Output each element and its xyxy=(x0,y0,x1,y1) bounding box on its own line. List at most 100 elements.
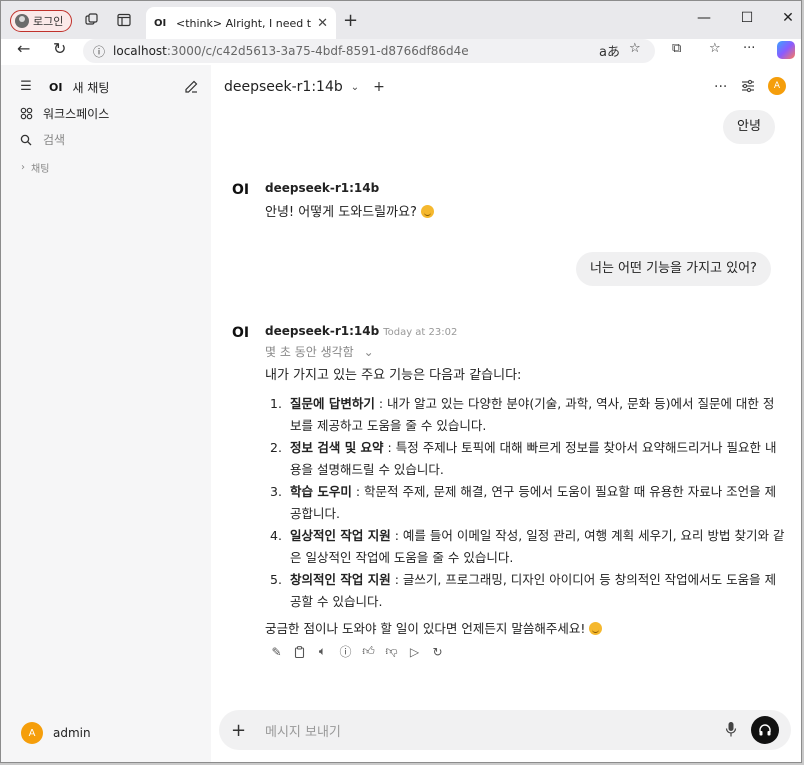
list-item: 1. 질문에 답변하기 : 내가 알고 있는 다양한 분야(기술, 과학, 역사,… xyxy=(265,393,785,437)
feature-list: 1. 질문에 답변하기 : 내가 알고 있는 다양한 분야(기술, 과학, 역사,… xyxy=(265,393,785,613)
list-item: 5. 창의적인 작업 지원 : 글쓰기, 프로그래밍, 디자인 아이디어 등 창의… xyxy=(265,569,785,613)
copilot-icon[interactable] xyxy=(777,41,795,59)
header-avatar[interactable]: A xyxy=(768,77,786,95)
tab-favicon: OI xyxy=(154,17,167,29)
user-menu[interactable]: A admin xyxy=(21,722,91,744)
copy-icon[interactable] xyxy=(292,644,307,659)
list-item-title: 질문에 답변하기 xyxy=(290,396,375,411)
favorites-icon[interactable]: ☆ xyxy=(709,41,721,56)
user-message: 너는 어떤 기능을 가지고 있어? xyxy=(576,252,771,286)
vertical-tabs-icon[interactable] xyxy=(115,11,133,29)
list-item-title: 학습 도우미 xyxy=(290,484,352,499)
message-actions: ✎ 🔈︎ ⓘ 👍︎ 👎︎ ▷ ↻ xyxy=(269,644,445,659)
assistant-message: 안녕! 어떻게 도와드릴까요? xyxy=(265,201,435,220)
controls-sliders-icon[interactable] xyxy=(741,79,755,97)
chats-section-label: 채팅 xyxy=(31,164,50,175)
message-timestamp: Today at 23:02 xyxy=(383,327,458,338)
workspaces-icon[interactable] xyxy=(83,11,101,29)
assistant-outro: 궁금한 점이나 도와야 할 일이 있다면 언제든지 말씀해주세요! xyxy=(265,618,603,637)
info-icon[interactable]: ⓘ xyxy=(338,644,353,659)
list-item: 4. 일상적인 작업 지원 : 예를 들어 이메일 작성, 일정 관리, 여행 계… xyxy=(265,525,785,569)
assistant-header: deepseek-r1:14b Today at 23:02 xyxy=(265,324,457,338)
compose-icon[interactable] xyxy=(184,79,200,95)
sidebar: ☰ OI 새 채팅 워크스페이스 검색 › 채팅 A admin xyxy=(1,65,211,762)
assistant-avatar-icon: OI xyxy=(232,325,250,341)
address-bar-row: ← ↻ ⓘ localhost:3000/c/c42d5613-3a75-4bd… xyxy=(1,39,801,63)
assistant-name: deepseek-r1:14b xyxy=(265,324,380,338)
favorite-star-icon[interactable]: ☆ xyxy=(629,41,641,56)
list-item-title: 정보 검색 및 요약 xyxy=(290,440,384,455)
list-item-title: 창의적인 작업 지원 xyxy=(290,572,391,587)
regenerate-icon[interactable]: ↻ xyxy=(430,644,445,659)
voice-mode-button[interactable] xyxy=(751,716,779,744)
workspace-label: 워크스페이스 xyxy=(43,107,110,121)
attach-plus-icon[interactable]: + xyxy=(231,720,251,741)
url-field[interactable]: ⓘ localhost:3000/c/c42d5613-3a75-4bdf-85… xyxy=(83,39,655,63)
chat-main: deepseek-r1:14b ⌄ + ··· A 안녕 OI deepseek… xyxy=(211,65,801,762)
search-icon xyxy=(19,133,33,147)
thumbs-up-icon[interactable]: 👍︎ xyxy=(361,644,376,659)
list-item: 2. 정보 검색 및 요약 : 특정 주제나 토픽에 대해 빠르게 정보를 찾아서… xyxy=(265,437,785,481)
list-item-text: : 학문적 주제, 문제 해결, 연구 등에서 도움이 필요할 때 유용한 자료… xyxy=(290,484,777,521)
add-model-icon[interactable]: + xyxy=(373,79,385,95)
list-item-number: 1. xyxy=(270,396,282,411)
thinking-label: 몇 초 동안 생각함 xyxy=(265,345,354,359)
list-item-number: 3. xyxy=(270,484,282,499)
model-selector[interactable]: deepseek-r1:14b ⌄ + xyxy=(224,79,385,95)
url-text: localhost:3000/c/c42d5613-3a75-4bdf-8591… xyxy=(113,44,469,58)
back-icon[interactable]: ← xyxy=(17,39,30,58)
more-menu-icon[interactable]: ··· xyxy=(743,41,755,56)
minimize-icon[interactable]: — xyxy=(689,10,719,26)
more-options-icon[interactable]: ··· xyxy=(714,79,727,95)
play-icon[interactable]: ▷ xyxy=(407,644,422,659)
chevron-down-icon: ⌄ xyxy=(350,81,360,93)
assistant-name: deepseek-r1:14b xyxy=(265,181,380,195)
close-window-icon[interactable]: ✕ xyxy=(773,10,801,26)
chevron-down-icon: ⌄ xyxy=(363,345,374,359)
openwebui-logo-icon: OI xyxy=(49,81,63,94)
message-input[interactable]: 메시지 보내기 xyxy=(265,721,725,740)
avatar: A xyxy=(21,722,43,744)
list-item-number: 4. xyxy=(270,528,282,543)
assistant-avatar-icon: OI xyxy=(232,182,250,198)
smile-emoji-icon xyxy=(421,205,435,218)
profile-avatar-icon xyxy=(15,14,29,28)
chats-section-toggle[interactable]: › 채팅 xyxy=(21,160,49,175)
reload-icon[interactable]: ↻ xyxy=(53,39,66,58)
open-webui-app: ☰ OI 새 채팅 워크스페이스 검색 › 채팅 A admin deepsee… xyxy=(1,65,801,762)
menu-icon[interactable]: ☰ xyxy=(19,79,33,94)
list-item-number: 5. xyxy=(270,572,282,587)
thinking-toggle[interactable]: 몇 초 동안 생각함 ⌄ xyxy=(265,343,374,360)
search-input[interactable]: 검색 xyxy=(19,131,65,148)
assistant-intro: 내가 가지고 있는 주요 기능은 다음과 같습니다: xyxy=(265,368,522,383)
user-name: admin xyxy=(53,726,91,740)
list-item-title: 일상적인 작업 지원 xyxy=(290,528,391,543)
smile-emoji-icon xyxy=(589,622,603,635)
maximize-icon[interactable]: ☐ xyxy=(732,10,762,26)
new-tab-icon[interactable]: + xyxy=(343,10,358,31)
tab-active[interactable]: OI <think> Alright, I need to cre... | ✕ xyxy=(146,7,336,39)
speaker-icon[interactable]: 🔈︎ xyxy=(315,644,330,659)
chevron-right-icon: › xyxy=(21,162,25,173)
workspace-icon xyxy=(19,107,33,121)
browser-window: 로그인 OI <think> Alright, I need to cre...… xyxy=(0,0,802,763)
new-chat-label: 새 채팅 xyxy=(72,81,110,95)
tab-close-icon[interactable]: ✕ xyxy=(317,16,328,31)
new-chat-button[interactable]: OI 새 채팅 xyxy=(49,79,109,96)
read-aloud-icon[interactable]: aあ xyxy=(599,41,620,60)
model-name: deepseek-r1:14b xyxy=(224,79,343,95)
search-placeholder: 검색 xyxy=(43,133,66,147)
tab-title: <think> Alright, I need to cre... | xyxy=(176,16,312,30)
microphone-icon[interactable] xyxy=(725,721,739,739)
message-composer: + 메시지 보내기 xyxy=(219,710,791,750)
extensions-icon[interactable]: ⧉ xyxy=(672,41,681,56)
user-message: 안녕 xyxy=(723,110,775,144)
profile-label: 로그인 xyxy=(33,15,64,28)
sidebar-item-workspace[interactable]: 워크스페이스 xyxy=(19,105,109,122)
site-info-icon[interactable]: ⓘ xyxy=(93,43,105,60)
edit-icon[interactable]: ✎ xyxy=(269,644,284,659)
profile-button[interactable]: 로그인 xyxy=(10,10,73,32)
tab-bar: 로그인 OI <think> Alright, I need to cre...… xyxy=(1,1,801,39)
list-item-number: 2. xyxy=(270,440,282,455)
thumbs-down-icon[interactable]: 👎︎ xyxy=(384,644,399,659)
